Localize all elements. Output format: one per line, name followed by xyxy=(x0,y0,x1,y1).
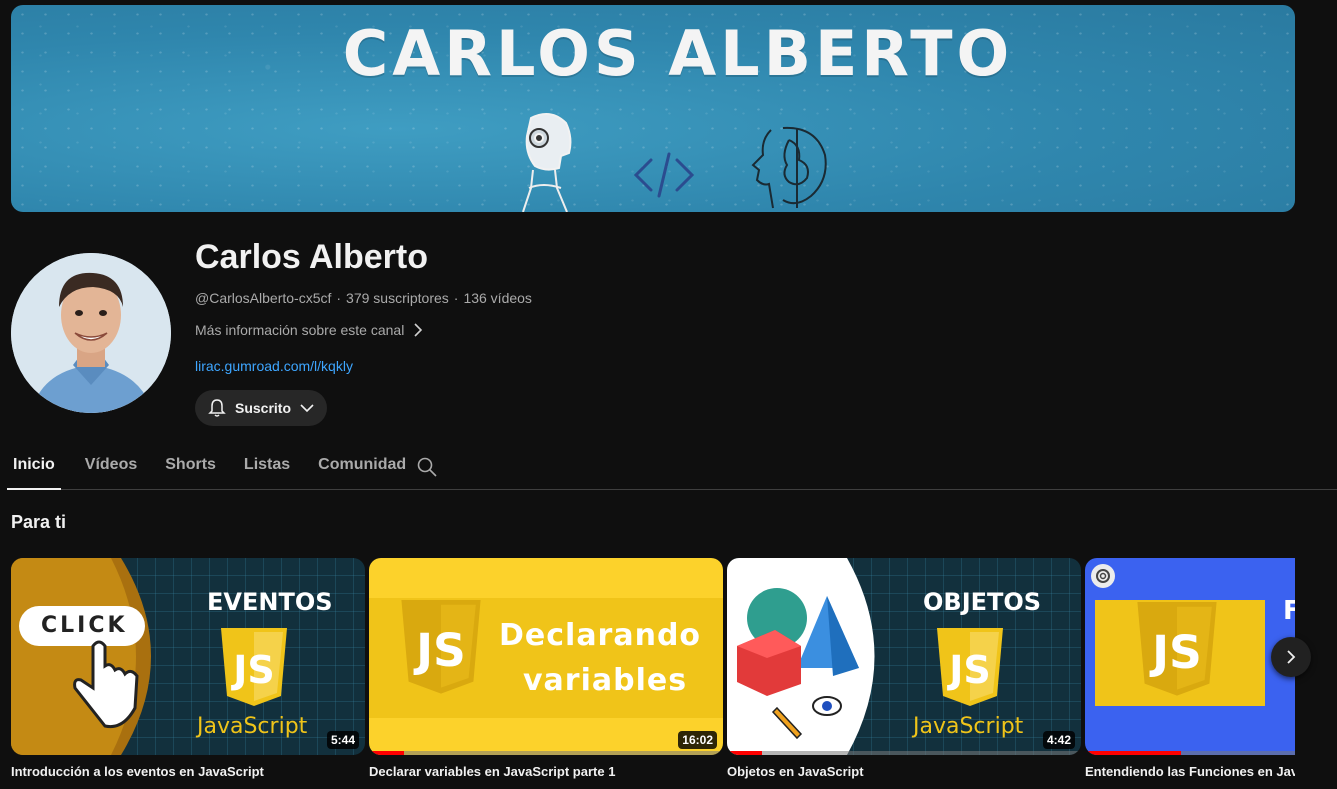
video-title[interactable]: Entendiendo las Funciones en JavaScript xyxy=(1085,764,1295,779)
video-card[interactable]: OBJETOS JS JavaScript 4:42 Objetos en Ja… xyxy=(727,558,1081,779)
3d-shapes-illustration xyxy=(727,558,875,755)
js-logo-icon: JS xyxy=(401,600,481,694)
banner-title: CARLOS ALBERTO xyxy=(342,17,1014,90)
video-title[interactable]: Declarar variables en JavaScript parte 1 xyxy=(369,764,723,779)
more-info-label: Más información sobre este canal xyxy=(195,322,405,338)
video-duration: 5:44 xyxy=(326,731,359,749)
video-thumbnail[interactable]: CLICK EVENTOS JS JavaScript 5:44 xyxy=(11,558,365,755)
chevron-down-icon xyxy=(300,404,314,413)
human-brain-illustration xyxy=(751,126,827,209)
video-card[interactable]: JS Declarando variables 16:02 Declarar v… xyxy=(369,558,723,779)
chevron-right-icon xyxy=(1287,650,1296,664)
code-brackets-icon xyxy=(633,152,695,198)
thumb-caption: JavaScript xyxy=(197,714,308,739)
tab-comunidad[interactable]: Comunidad xyxy=(316,447,408,489)
robot-head-illustration xyxy=(522,113,572,212)
js-logo-icon: JS xyxy=(221,628,287,706)
thumb-line-2: variables xyxy=(523,663,688,698)
channel-tabs: Inicio Vídeos Shorts Listas Comunidad xyxy=(7,447,1337,490)
separator-dot: · xyxy=(453,290,459,306)
avatar-photo xyxy=(11,253,171,413)
watch-progress-fill xyxy=(369,751,405,755)
svg-text:JS: JS xyxy=(413,624,466,677)
video-title[interactable]: Introducción a los eventos en JavaScript xyxy=(11,764,365,779)
video-thumbnail[interactable]: JS F xyxy=(1085,558,1295,755)
video-title[interactable]: Objetos en JavaScript xyxy=(727,764,1081,779)
channel-avatar[interactable] xyxy=(11,253,171,413)
watch-progress-fill xyxy=(727,751,763,755)
bell-icon xyxy=(208,399,226,417)
tab-videos[interactable]: Vídeos xyxy=(83,447,139,489)
video-card[interactable]: JS F Entendiendo las Funciones en JavaSc… xyxy=(1085,558,1295,779)
video-duration: 16:02 xyxy=(678,731,717,749)
separator-dot: · xyxy=(336,290,342,306)
subscribed-button[interactable]: Suscrito xyxy=(195,390,327,426)
video-duration: 4:42 xyxy=(1042,731,1075,749)
subscribed-label: Suscrito xyxy=(234,400,291,416)
channel-handle: @CarlosAlberto-cx5cf xyxy=(195,290,332,306)
thumb-heading: EVENTOS xyxy=(207,588,333,616)
video-card[interactable]: CLICK EVENTOS JS JavaScript 5:44 Introdu… xyxy=(11,558,365,779)
section-title: Para ti xyxy=(11,512,67,532)
search-icon[interactable] xyxy=(416,456,438,478)
watch-progress-track xyxy=(727,751,1081,755)
thumb-caption: JavaScript xyxy=(913,714,1024,739)
click-hand-illustration xyxy=(11,558,151,755)
channel-external-link[interactable]: lirac.gumroad.com/l/kqkly xyxy=(195,358,353,374)
video-shelf: CLICK EVENTOS JS JavaScript 5:44 Introdu… xyxy=(11,558,1295,789)
chevron-right-icon xyxy=(414,323,423,337)
subscriber-count: 379 suscriptores xyxy=(346,290,449,306)
svg-text:JS: JS xyxy=(230,648,275,692)
channel-name: Carlos Alberto xyxy=(195,238,429,276)
video-thumbnail[interactable]: OBJETOS JS JavaScript 4:42 xyxy=(727,558,1081,755)
svg-text:JS: JS xyxy=(946,648,991,692)
channel-meta: @CarlosAlberto-cx5cf · 379 suscriptores · 13… xyxy=(195,290,532,306)
thumb-heading: OBJETOS xyxy=(923,588,1042,616)
shelf-next-button[interactable] xyxy=(1271,637,1311,677)
tab-listas[interactable]: Listas xyxy=(242,447,292,489)
more-info-link[interactable]: Más información sobre este canal xyxy=(195,322,424,338)
watch-progress-fill xyxy=(1085,751,1181,755)
thumb-line-1: Declarando xyxy=(499,618,702,653)
channel-banner: CARLOS ALBERTO xyxy=(11,5,1295,212)
tab-shorts[interactable]: Shorts xyxy=(163,447,218,489)
watch-progress-track xyxy=(369,751,723,755)
js-logo-icon: JS xyxy=(937,628,1003,706)
svg-text:JS: JS xyxy=(1149,626,1202,679)
video-count: 136 vídeos xyxy=(463,290,532,306)
tab-inicio[interactable]: Inicio xyxy=(7,447,61,490)
video-thumbnail[interactable]: JS Declarando variables 16:02 xyxy=(369,558,723,755)
js-logo-icon: JS xyxy=(1137,602,1217,696)
openai-logo-icon xyxy=(1091,564,1115,588)
thumb-badge: CLICK xyxy=(41,613,128,638)
thumb-heading: F xyxy=(1283,596,1295,626)
